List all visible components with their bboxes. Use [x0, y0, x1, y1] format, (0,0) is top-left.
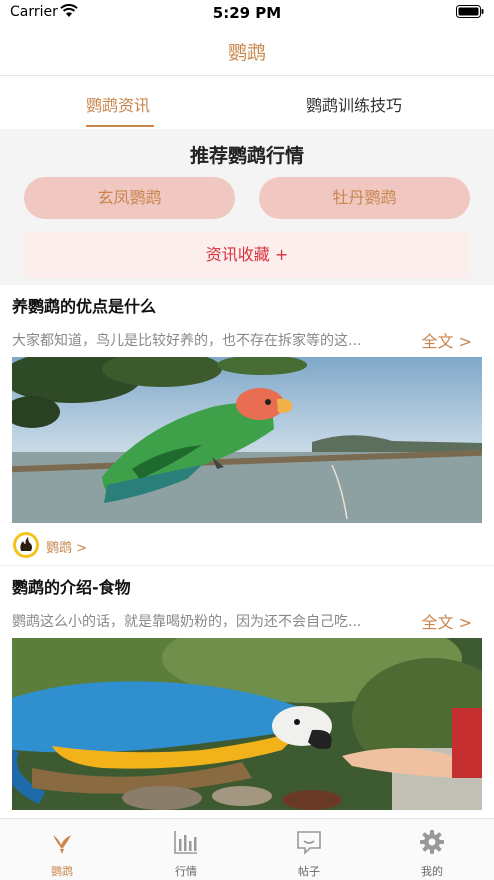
- article-title[interactable]: 鹦鹉的介绍-食物: [12, 574, 131, 598]
- bottom-tab-market[interactable]: 行情: [124, 819, 248, 880]
- gear-icon: [420, 830, 444, 854]
- bottom-tab-mine[interactable]: 我的: [370, 819, 494, 880]
- tab-bar: 鹦鹉资讯 鹦鹉训练技巧: [0, 77, 494, 129]
- chat-icon: [297, 831, 321, 855]
- chart-icon: [174, 831, 197, 854]
- bottom-tab-label: 行情: [175, 865, 197, 878]
- recommend-title: 推荐鹦鹉行情: [189, 145, 304, 167]
- article-card[interactable]: 养鹦鹉的优点是什么 大家都知道，鸟儿是比较好养的，也不存在拆家等的这... 全文…: [0, 285, 494, 565]
- status-time: 5:29 PM: [212, 4, 282, 22]
- fulltext-link[interactable]: 全文 >: [422, 609, 473, 633]
- article-summary: 大家都知道，鸟儿是比较好养的，也不存在拆家等的这...: [12, 333, 362, 349]
- bottom-tab-label: 我的: [421, 865, 443, 878]
- lovebird-photo[interactable]: [12, 357, 482, 523]
- tab-training-tips[interactable]: 鹦鹉训练技巧: [306, 92, 402, 116]
- tab-parrot-news[interactable]: 鹦鹉资讯: [86, 92, 150, 116]
- source-label[interactable]: 鹦鹉 >: [46, 537, 87, 556]
- favorites-button[interactable]: 资讯收藏 +: [24, 232, 470, 278]
- lovebird-button[interactable]: 牡丹鹦鹉: [259, 177, 470, 219]
- article-title[interactable]: 养鹦鹉的优点是什么: [12, 293, 156, 317]
- macaw-photo[interactable]: [12, 638, 482, 810]
- nav-bar: 鹦鹉: [0, 26, 494, 76]
- bird-icon: [53, 835, 71, 854]
- flame-logo-icon: [13, 532, 39, 558]
- active-tab-indicator: [86, 125, 154, 127]
- cockatiel-button[interactable]: 玄凤鹦鹉: [24, 177, 235, 219]
- page-title: 鹦鹉: [227, 42, 266, 64]
- article-card[interactable]: 鹦鹉的介绍-食物 鹦鹉这么小的话，就是靠喝奶粉的，因为还不会自己吃... 全文 …: [0, 566, 494, 826]
- recommend-section: 推荐鹦鹉行情 玄凤鹦鹉 牡丹鹦鹉 资讯收藏 +: [0, 129, 494, 285]
- fulltext-link[interactable]: 全文 >: [422, 328, 473, 352]
- battery-icon: [456, 5, 484, 18]
- bottom-tab-posts[interactable]: 帖子: [247, 819, 371, 880]
- bottom-tab-label: 鹦鹉: [51, 865, 73, 878]
- bottom-tab-parrot[interactable]: 鹦鹉: [0, 819, 124, 880]
- bottom-tab-bar: 鹦鹉 行情 帖子 我的: [0, 818, 494, 880]
- bottom-tab-label: 帖子: [298, 865, 320, 878]
- status-bar: Carrier 5:29 PM: [0, 0, 494, 26]
- article-summary: 鹦鹉这么小的话，就是靠喝奶粉的，因为还不会自己吃...: [12, 614, 362, 630]
